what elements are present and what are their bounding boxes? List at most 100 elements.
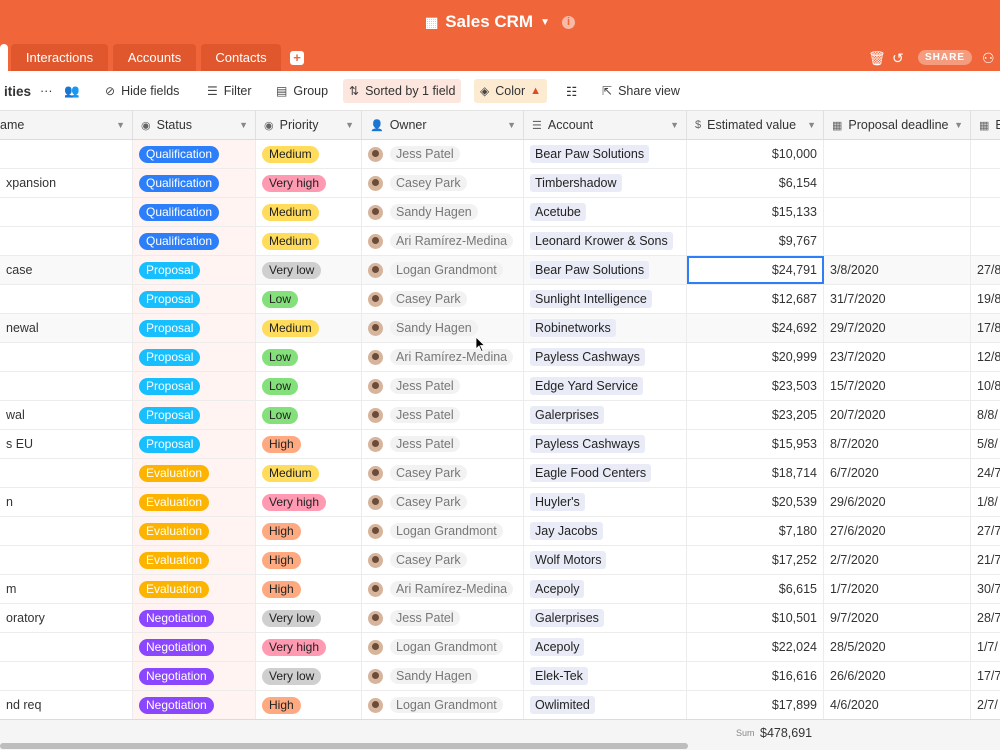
cell-name[interactable]: wal: [0, 401, 133, 429]
cell-status[interactable]: Qualification: [133, 169, 256, 197]
cell-priority[interactable]: Medium: [256, 140, 362, 168]
tab-interactions[interactable]: Interactions: [11, 44, 108, 71]
cell-owner[interactable]: Casey Park: [362, 459, 524, 487]
tab-contacts[interactable]: Contacts: [201, 44, 281, 71]
cell-name[interactable]: newal: [0, 314, 133, 342]
cell-priority[interactable]: Very low: [256, 256, 362, 284]
cell-name[interactable]: [0, 198, 133, 226]
cell-estimated-value[interactable]: $6,154: [687, 169, 824, 197]
column-header-name[interactable]: ame ▼: [0, 111, 133, 140]
view-name[interactable]: ities: [0, 79, 37, 103]
cell-owner[interactable]: Sandy Hagen: [362, 198, 524, 226]
tab-active[interactable]: [0, 44, 8, 71]
chevron-down-icon[interactable]: ▼: [807, 120, 816, 130]
filter-button[interactable]: ☰ Filter: [201, 79, 258, 103]
cell-owner[interactable]: Ari Ramírez-Medina: [362, 227, 524, 255]
table-row[interactable]: wal Proposal Low Jess Patel Galerprises $23,2…: [0, 401, 1000, 430]
cell-estimated-value[interactable]: $17,899: [687, 691, 824, 719]
cell-estimated-value[interactable]: $24,791: [687, 256, 824, 284]
cell-estimated-value[interactable]: $7,180: [687, 517, 824, 545]
cell-status[interactable]: Evaluation: [133, 459, 256, 487]
cell-name[interactable]: n: [0, 488, 133, 516]
chevron-down-icon[interactable]: ▼: [540, 17, 550, 28]
cell-extra[interactable]: 28/7: [971, 604, 1000, 632]
cell-status[interactable]: Proposal: [133, 430, 256, 458]
cell-status[interactable]: Proposal: [133, 285, 256, 313]
cell-proposal-deadline[interactable]: 20/7/2020: [824, 401, 971, 429]
cell-account[interactable]: Edge Yard Service: [524, 372, 687, 400]
cell-priority[interactable]: Medium: [256, 459, 362, 487]
column-header-priority[interactable]: ◉ Priority ▼: [256, 111, 362, 140]
people-icon[interactable]: 👥: [58, 79, 86, 103]
cell-status[interactable]: Proposal: [133, 401, 256, 429]
cell-owner[interactable]: Casey Park: [362, 285, 524, 313]
cell-owner[interactable]: Jess Patel: [362, 401, 524, 429]
column-header-status[interactable]: ◉ Status ▼: [133, 111, 256, 140]
cell-priority[interactable]: Medium: [256, 198, 362, 226]
cell-name[interactable]: oratory: [0, 604, 133, 632]
share-button[interactable]: SHARE: [918, 50, 972, 65]
cell-name[interactable]: [0, 662, 133, 690]
cell-extra[interactable]: [971, 140, 1000, 168]
cell-account[interactable]: Timbershadow: [524, 169, 687, 197]
cell-owner[interactable]: Ari Ramírez-Medina: [362, 575, 524, 603]
cell-estimated-value[interactable]: $17,252: [687, 546, 824, 574]
cell-estimated-value[interactable]: $16,616: [687, 662, 824, 690]
cell-estimated-value[interactable]: $10,501: [687, 604, 824, 632]
table-row[interactable]: Negotiation Very high Logan Grandmont Acepo…: [0, 633, 1000, 662]
cell-status[interactable]: Evaluation: [133, 575, 256, 603]
cell-status[interactable]: Evaluation: [133, 488, 256, 516]
cell-status[interactable]: Evaluation: [133, 517, 256, 545]
cell-account[interactable]: Jay Jacobs: [524, 517, 687, 545]
table-row[interactable]: Evaluation Medium Casey Park Eagle Food Cen…: [0, 459, 1000, 488]
cell-name[interactable]: [0, 517, 133, 545]
cell-estimated-value[interactable]: $20,999: [687, 343, 824, 371]
cell-estimated-value[interactable]: $20,539: [687, 488, 824, 516]
cell-priority[interactable]: High: [256, 430, 362, 458]
chevron-down-icon[interactable]: ▼: [954, 120, 963, 130]
hide-fields-button[interactable]: ⊘ Hide fields: [99, 79, 185, 103]
cell-account[interactable]: Eagle Food Centers: [524, 459, 687, 487]
cell-name[interactable]: xpansion: [0, 169, 133, 197]
cell-estimated-value[interactable]: $24,692: [687, 314, 824, 342]
chevron-down-icon[interactable]: ▼: [345, 120, 354, 130]
cell-name[interactable]: [0, 140, 133, 168]
cell-owner[interactable]: Logan Grandmont: [362, 691, 524, 719]
cell-proposal-deadline[interactable]: [824, 140, 971, 168]
cell-name[interactable]: [0, 633, 133, 661]
cell-name[interactable]: case: [0, 256, 133, 284]
table-row[interactable]: Qualification Medium Jess Patel Bear Paw So…: [0, 140, 1000, 169]
cell-priority[interactable]: Very low: [256, 604, 362, 632]
cell-extra[interactable]: 27/7: [971, 517, 1000, 545]
cell-extra[interactable]: 2/7/: [971, 691, 1000, 719]
cell-extra[interactable]: [971, 169, 1000, 197]
cell-extra[interactable]: 1/7/: [971, 633, 1000, 661]
cell-extra[interactable]: 5/8/: [971, 430, 1000, 458]
cell-estimated-value[interactable]: $10,000: [687, 140, 824, 168]
cell-priority[interactable]: Medium: [256, 227, 362, 255]
cell-extra[interactable]: 17/8: [971, 314, 1000, 342]
chevron-down-icon[interactable]: ▼: [116, 120, 125, 130]
cell-account[interactable]: Acepoly: [524, 633, 687, 661]
group-button[interactable]: ▤ Group: [270, 79, 334, 103]
cell-extra[interactable]: 1/8/: [971, 488, 1000, 516]
table-row[interactable]: Proposal Low Casey Park Sunlight Intelligen…: [0, 285, 1000, 314]
cell-account[interactable]: Huyler's: [524, 488, 687, 516]
table-row[interactable]: s EU Proposal High Jess Patel Payless Cashwa…: [0, 430, 1000, 459]
cell-name[interactable]: m: [0, 575, 133, 603]
cell-name[interactable]: [0, 372, 133, 400]
base-title[interactable]: ▦ Sales CRM ▼ i: [0, 0, 1000, 44]
cell-name[interactable]: [0, 343, 133, 371]
cell-account[interactable]: Bear Paw Solutions: [524, 256, 687, 284]
cell-priority[interactable]: High: [256, 691, 362, 719]
cell-extra[interactable]: 30/7: [971, 575, 1000, 603]
cell-estimated-value[interactable]: $23,205: [687, 401, 824, 429]
cell-proposal-deadline[interactable]: 15/7/2020: [824, 372, 971, 400]
cell-proposal-deadline[interactable]: 29/7/2020: [824, 314, 971, 342]
cell-status[interactable]: Proposal: [133, 372, 256, 400]
cell-priority[interactable]: Very high: [256, 633, 362, 661]
table-row[interactable]: Evaluation High Logan Grandmont Jay Jacobs $…: [0, 517, 1000, 546]
cell-name[interactable]: nd req: [0, 691, 133, 719]
cell-proposal-deadline[interactable]: [824, 227, 971, 255]
table-row[interactable]: m Evaluation High Ari Ramírez-Medina Acepoly…: [0, 575, 1000, 604]
